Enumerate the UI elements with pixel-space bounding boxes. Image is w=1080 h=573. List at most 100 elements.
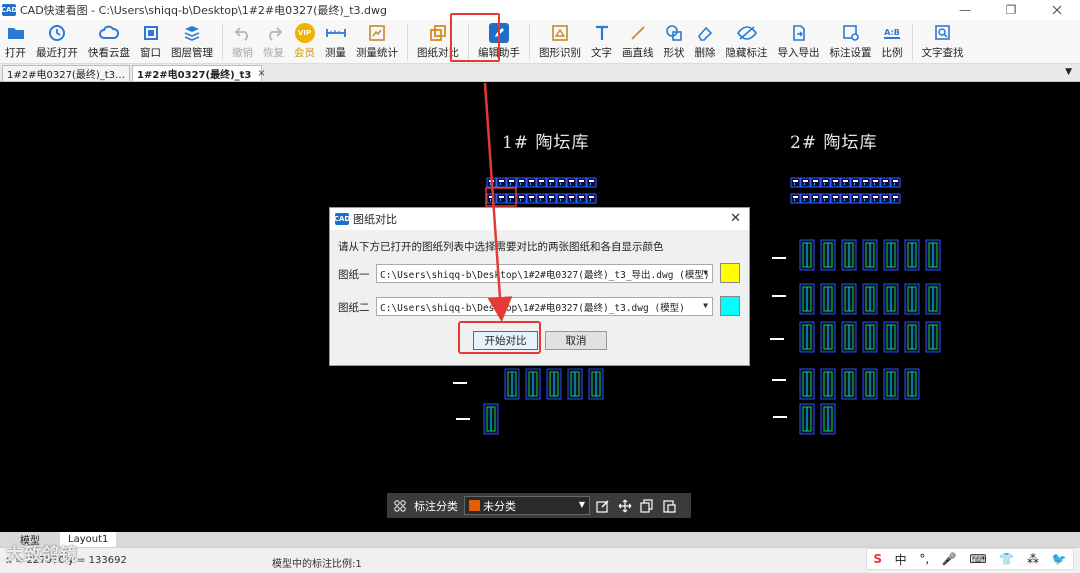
text-button[interactable]: 文字 xyxy=(588,20,615,62)
document-tab[interactable]: 1#2#电0327(最终)_t3… × xyxy=(2,65,139,81)
annotation-category-value: 未分类 xyxy=(483,499,516,513)
ratio-button[interactable]: A:B 比例 xyxy=(879,20,906,62)
cad-sheet xyxy=(580,199,581,201)
dialog-instruction: 请从下方已打开的图纸列表中选择需要对比的两张图纸和各自显示颜色 xyxy=(338,241,664,253)
grid-icon[interactable] xyxy=(394,499,406,512)
cad-sheet xyxy=(560,199,561,201)
undo-icon xyxy=(234,27,248,41)
shape-recognize-icon xyxy=(552,25,568,41)
cad-sheet xyxy=(772,379,786,381)
cad-sheet xyxy=(890,177,901,188)
cad-sheet xyxy=(830,193,841,204)
cad-sheet xyxy=(456,418,470,420)
hide-annotations-button[interactable]: 隐藏标注 xyxy=(723,20,771,62)
document-tab-label: 1#2#电0327(最终)_t3 xyxy=(137,70,252,81)
keyboard-icon[interactable]: ⌨ xyxy=(969,552,986,566)
dialog-titlebar: CAD 图纸对比 ✕ xyxy=(330,208,749,230)
measure-stats-label: 测量统计 xyxy=(356,47,398,59)
vip-badge-icon: VIP xyxy=(294,23,315,43)
cad-sheet xyxy=(490,183,491,185)
paste-icon[interactable] xyxy=(662,499,676,513)
cad-sheet xyxy=(820,177,831,188)
dialog-close-button[interactable]: ✕ xyxy=(730,211,741,226)
microphone-icon[interactable]: 🎤 xyxy=(942,552,957,566)
layers-button[interactable]: 图层管理 xyxy=(168,20,216,62)
cad-sheet xyxy=(863,196,868,198)
main-toolbar: 打开 最近打开 快看云盘 窗口 图层管理 撤销 恢复 VIP 会员 测量 测量统… xyxy=(0,20,1080,64)
delete-button[interactable]: 删除 xyxy=(692,20,719,62)
cancel-button[interactable]: 取消 xyxy=(545,331,607,350)
recent-button[interactable]: 最近打开 xyxy=(33,20,81,62)
clock-icon xyxy=(49,25,65,41)
cad-sheet xyxy=(549,180,554,182)
measure-button[interactable]: 测量 xyxy=(322,20,349,62)
compare-drawings-button[interactable]: 图纸对比 xyxy=(414,20,462,62)
open-button[interactable]: 打开 xyxy=(2,20,29,62)
move-icon[interactable] xyxy=(618,499,632,513)
edit-icon[interactable] xyxy=(596,499,610,513)
ime-punctuation-toggle[interactable]: °, xyxy=(919,552,929,566)
cad-sheet xyxy=(520,183,521,185)
mascot-icon[interactable]: 🐦 xyxy=(1052,552,1067,566)
vip-button[interactable]: VIP 会员 xyxy=(291,20,318,62)
cad-sheet xyxy=(803,180,808,182)
cad-sheet xyxy=(486,193,497,204)
ime-logo-icon[interactable]: S xyxy=(873,552,882,566)
drawing2-color-picker[interactable] xyxy=(720,296,740,316)
find-text-button[interactable]: 文字查找 xyxy=(919,20,967,62)
cad-sheet xyxy=(864,199,865,201)
dialog-app-icon: CAD xyxy=(333,213,351,225)
ruler-icon xyxy=(325,29,346,37)
document-tab-active[interactable]: 1#2#电0327(最终)_t3 × xyxy=(132,65,266,81)
drawing2-label: 图纸二 xyxy=(338,302,370,314)
annotation-category-label: 标注分类 xyxy=(414,499,458,513)
cad-sheet xyxy=(506,193,517,204)
close-icon xyxy=(1052,5,1062,15)
undo-button[interactable]: 撤销 xyxy=(229,20,256,62)
text-label: 文字 xyxy=(591,47,612,59)
redo-button[interactable]: 恢复 xyxy=(260,20,287,62)
annotation-scale-text: 模型中的标注比例:1 xyxy=(272,559,362,570)
cad-sheet xyxy=(830,177,841,188)
cad-sheet xyxy=(556,193,567,204)
cad-sheet xyxy=(530,183,531,185)
minimize-button[interactable]: — xyxy=(942,0,988,20)
measure-stats-button[interactable]: 测量统计 xyxy=(353,20,401,62)
draw-line-button[interactable]: 画直线 xyxy=(619,20,657,62)
folder-icon xyxy=(7,28,24,39)
cad-sheet xyxy=(496,193,507,204)
drawing1-select[interactable]: C:\Users\shiqq-b\Desktop\1#2#电0327(最终)_t… xyxy=(376,264,713,283)
cad-sheet xyxy=(486,177,497,188)
cad-sheet xyxy=(576,193,587,204)
drawing1-color-picker[interactable] xyxy=(720,263,740,283)
toolbox-icon[interactable]: ⁂ xyxy=(1027,552,1039,566)
recognize-button[interactable]: 图形识别 xyxy=(536,20,584,62)
cad-sheet xyxy=(804,199,805,201)
annotation-category-select[interactable]: 未分类 ▼ xyxy=(464,496,590,515)
import-export-button[interactable]: 导入导出 xyxy=(775,20,823,62)
shape-button[interactable]: 形状 xyxy=(661,20,688,62)
ime-chinese-toggle[interactable]: 中 xyxy=(895,551,907,568)
tab-close-icon[interactable]: × xyxy=(257,68,265,79)
cad-sheet xyxy=(536,177,547,188)
edit-assist-button[interactable]: 编辑助手 xyxy=(475,20,523,62)
start-compare-button[interactable]: 开始对比 xyxy=(473,331,538,350)
restore-button[interactable]: ❐ xyxy=(988,0,1034,20)
window-button[interactable]: 窗口 xyxy=(137,20,164,62)
copy-icon[interactable] xyxy=(640,498,654,513)
drawing2-select[interactable]: C:\Users\shiqq-b\Desktop\1#2#电0327(最终)_t… xyxy=(376,297,713,316)
close-window-button[interactable] xyxy=(1034,0,1080,20)
skin-icon[interactable]: 👕 xyxy=(999,552,1014,566)
cad-sheet xyxy=(500,199,501,201)
cad-sheet xyxy=(506,177,517,188)
cad-sheet xyxy=(586,177,597,188)
cad-sheet xyxy=(860,193,871,204)
cad-sheet xyxy=(800,177,811,188)
delete-label: 删除 xyxy=(694,47,716,59)
cad-sheet xyxy=(519,180,524,182)
cloud-button[interactable]: 快看云盘 xyxy=(85,20,133,62)
tab-menu-icon[interactable]: ▼ xyxy=(1065,67,1072,77)
cad-sheet xyxy=(813,196,818,198)
cad-sheet xyxy=(840,177,851,188)
annotation-settings-button[interactable]: 标注设置 xyxy=(827,20,875,62)
